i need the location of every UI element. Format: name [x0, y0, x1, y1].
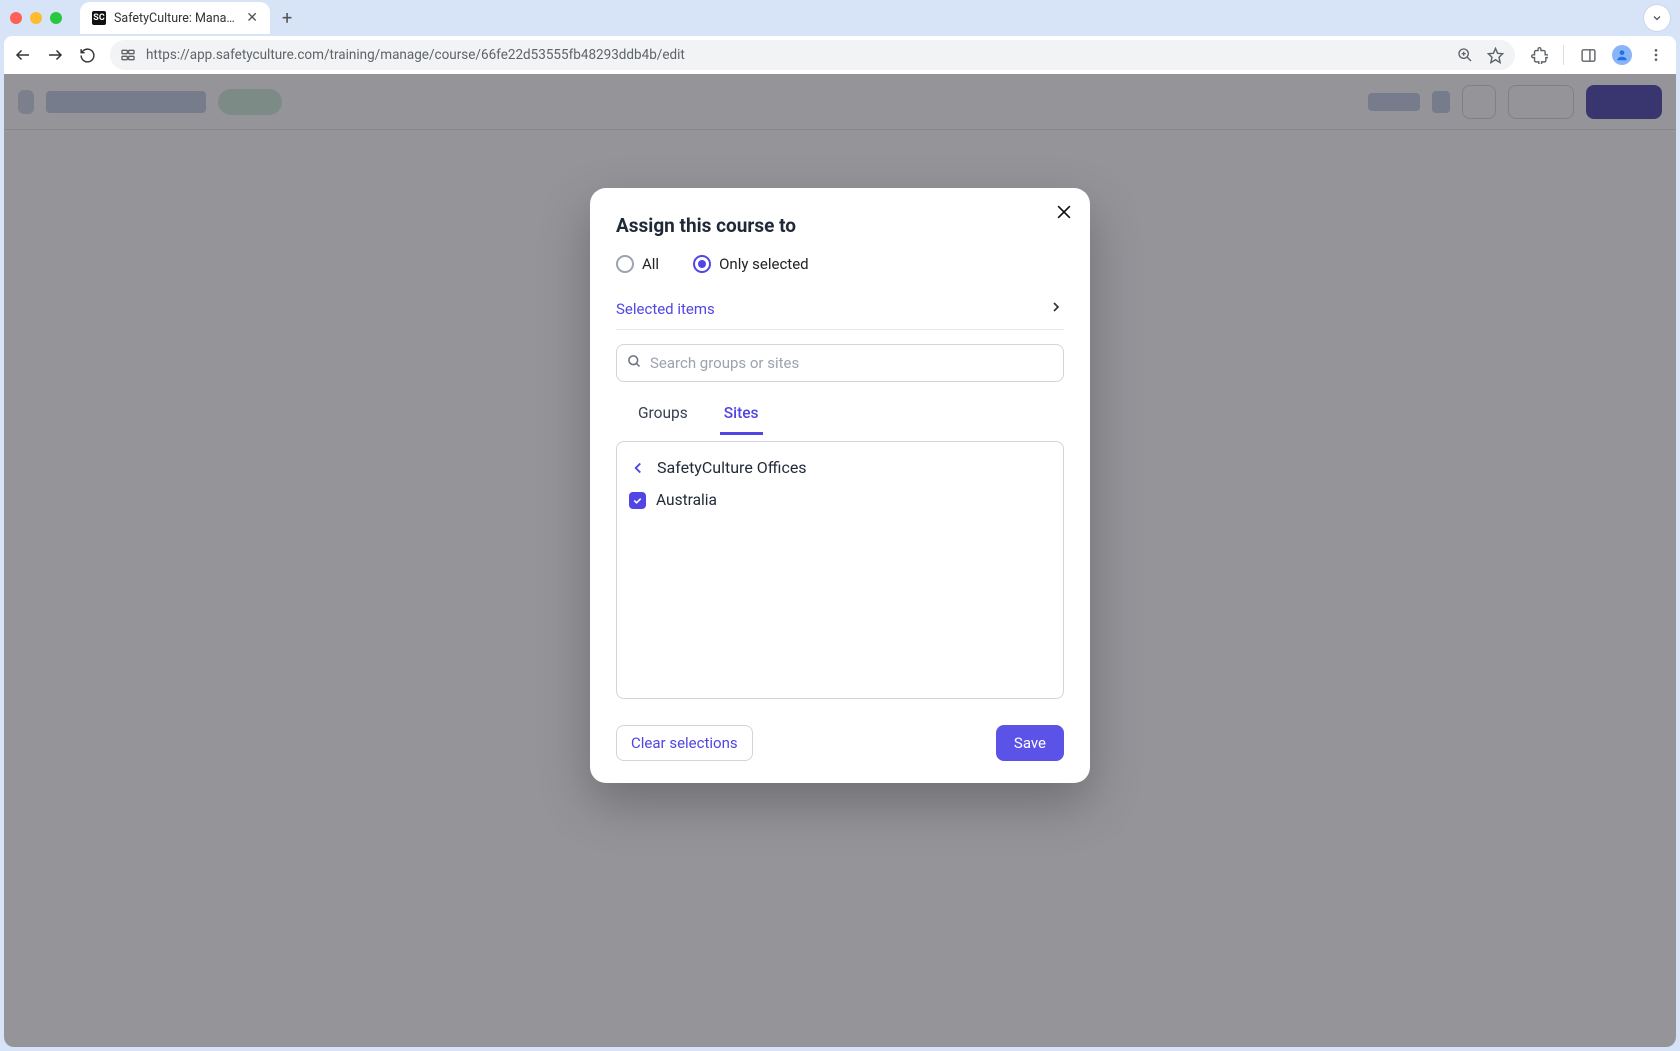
bookmark-icon[interactable] [1485, 47, 1505, 64]
browser-menu-icon[interactable] [1646, 47, 1666, 63]
search-icon [627, 354, 642, 373]
assign-course-modal: Assign this course to All Only selected … [590, 188, 1090, 783]
search-input[interactable] [650, 354, 1053, 372]
nav-back-icon[interactable] [14, 46, 32, 64]
breadcrumb-back-icon[interactable] [629, 459, 647, 477]
extensions-icon[interactable] [1529, 47, 1549, 64]
radio-only-selected[interactable]: Only selected [693, 255, 809, 273]
radio-all-label: All [642, 255, 659, 273]
radio-icon [693, 255, 711, 273]
list-item-label: Australia [656, 491, 717, 509]
browser-tab[interactable]: SC SafetyCulture: Manage Teams and... ✕ [80, 2, 270, 34]
radio-only-selected-label: Only selected [719, 255, 809, 273]
side-panel-icon[interactable] [1578, 47, 1598, 64]
tab-overflow-button[interactable] [1644, 5, 1670, 31]
window-maximize[interactable] [50, 12, 62, 24]
radio-all[interactable]: All [616, 255, 659, 273]
selected-items-label: Selected items [616, 300, 715, 318]
checkbox-checked-icon[interactable] [629, 492, 646, 509]
tab-sites[interactable]: Sites [720, 396, 763, 435]
radio-icon [616, 255, 634, 273]
search-field-wrapper[interactable] [616, 344, 1064, 382]
modal-title: Assign this course to [616, 214, 1064, 237]
address-bar[interactable]: https://app.safetyculture.com/training/m… [110, 40, 1515, 70]
clear-selections-button[interactable]: Clear selections [616, 725, 753, 761]
favicon-icon: SC [92, 11, 106, 25]
profile-avatar[interactable] [1612, 45, 1632, 65]
nav-forward-icon[interactable] [46, 46, 64, 64]
tab-title: SafetyCulture: Manage Teams and... [114, 11, 238, 26]
save-button[interactable]: Save [996, 725, 1064, 761]
site-settings-icon[interactable] [120, 47, 136, 63]
window-minimize[interactable] [30, 12, 42, 24]
url-text: https://app.safetyculture.com/training/m… [146, 47, 1445, 63]
zoom-icon[interactable] [1455, 47, 1475, 63]
tab-close-icon[interactable]: ✕ [246, 10, 258, 26]
selected-items-row[interactable]: Selected items [616, 291, 1064, 330]
breadcrumb-label: SafetyCulture Offices [657, 458, 807, 477]
tab-groups[interactable]: Groups [634, 396, 692, 435]
new-tab-button[interactable]: + [282, 8, 292, 29]
window-close[interactable] [10, 12, 22, 24]
sites-list: SafetyCulture Offices Australia [616, 441, 1064, 699]
nav-reload-icon[interactable] [78, 47, 96, 64]
chevron-right-icon [1048, 299, 1064, 319]
close-icon[interactable] [1054, 202, 1074, 226]
modal-overlay[interactable]: Assign this course to All Only selected … [4, 74, 1676, 1047]
list-item[interactable]: Australia [627, 487, 1053, 513]
